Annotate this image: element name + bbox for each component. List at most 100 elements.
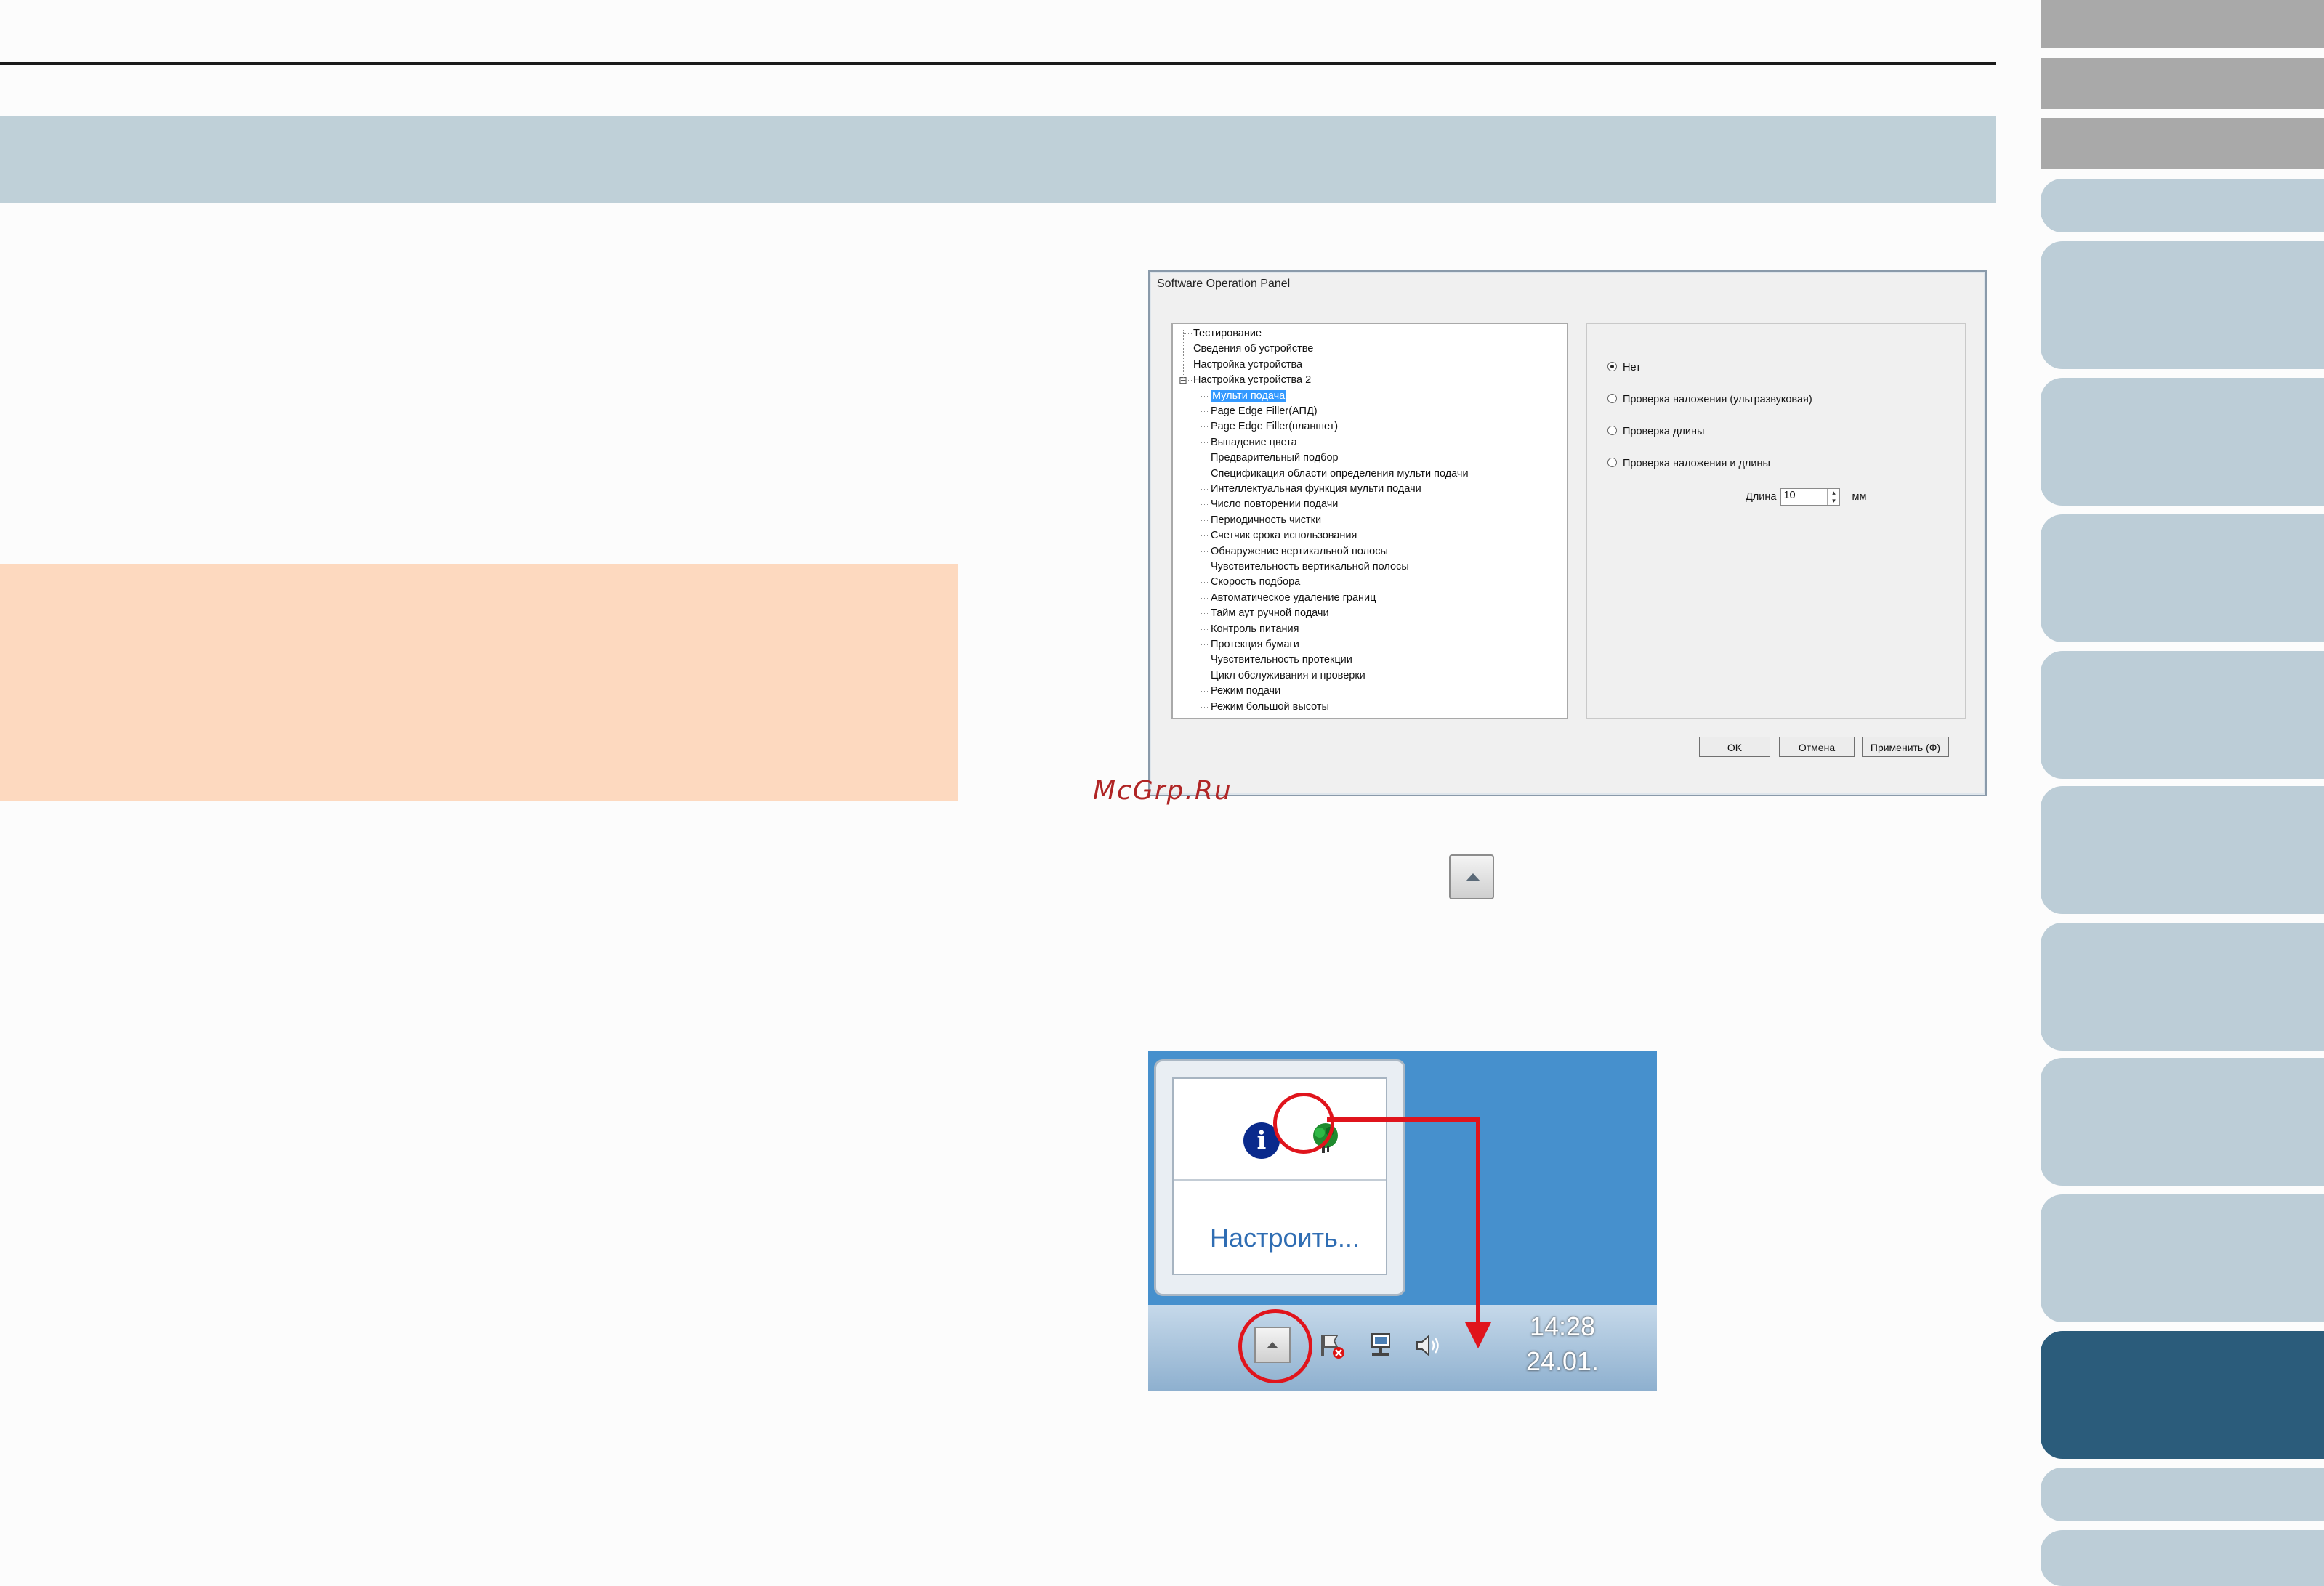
tree-connector <box>1183 333 1192 334</box>
tree-item[interactable]: Обнаружение вертикальной полосы <box>1211 545 1388 558</box>
side-tab-12[interactable] <box>2041 1194 2324 1322</box>
tree-item-label: Обнаружение вертикальной полосы <box>1211 545 1388 557</box>
dialog-title: Software Operation Panel <box>1157 278 1291 290</box>
tree-item[interactable]: Периодичность чистки <box>1211 514 1321 527</box>
clock-date: 24.01. <box>1525 1346 1599 1376</box>
tree-item[interactable]: Число повторении подачи <box>1211 498 1338 511</box>
tree-item[interactable]: Настройка устройства <box>1193 358 1302 371</box>
tree-connector <box>1201 489 1209 490</box>
header-rule <box>0 62 1996 65</box>
tree-item[interactable]: Счетчик срока использования <box>1211 529 1357 542</box>
customize-link[interactable]: Настроить... <box>1210 1223 1360 1253</box>
network-icon[interactable] <box>1368 1331 1397 1360</box>
tree-item[interactable]: Цикл обслуживания и проверки <box>1211 669 1365 682</box>
tree-connector <box>1183 330 1184 379</box>
side-tab-9[interactable] <box>2041 786 2324 914</box>
multifeed-option[interactable]: Проверка наложения (ультразвуковая) <box>1607 394 1812 405</box>
tree-connector <box>1201 691 1209 692</box>
tree-item-label: Спецификация области определения мульти … <box>1211 467 1469 480</box>
tree-item-label: Контроль питания <box>1211 623 1299 635</box>
side-tab-14[interactable] <box>2041 1468 2324 1521</box>
show-hidden-icons-button[interactable] <box>1449 854 1494 899</box>
radio-icon[interactable] <box>1607 394 1617 403</box>
tree-item[interactable]: Настройка устройства 2 <box>1193 373 1311 387</box>
side-tab-11[interactable] <box>2041 1058 2324 1186</box>
highlight-circle <box>1238 1309 1312 1383</box>
tree-item[interactable]: Предварительный подбор <box>1211 451 1339 464</box>
tree-connector <box>1201 519 1209 521</box>
side-tab-2[interactable] <box>2041 58 2324 109</box>
note-box <box>0 564 958 801</box>
tree-item[interactable]: Чувствительность протекции <box>1211 653 1352 666</box>
tray-clock[interactable]: 14:28 24.01. <box>1490 1309 1635 1379</box>
volume-icon[interactable] <box>1414 1331 1443 1360</box>
clock-time: 14:28 <box>1529 1311 1596 1341</box>
tree-item-label: Page Edge Filler(планшет) <box>1211 421 1339 433</box>
tree-item[interactable]: Чувствительность вертикальной полосы <box>1211 560 1409 573</box>
tree-item-label: Протекция бумаги <box>1211 639 1299 650</box>
tree-item[interactable]: Сведения об устройстве <box>1193 342 1313 355</box>
side-tab-6[interactable] <box>2041 378 2324 506</box>
tree-item[interactable]: Спецификация области определения мульти … <box>1211 467 1469 480</box>
side-tab-active[interactable] <box>2041 1331 2324 1459</box>
multifeed-option-label: Проверка наложения (ультразвуковая) <box>1623 394 1812 405</box>
tree-item[interactable]: Автоматическое удаление границ <box>1211 591 1376 604</box>
tree-item-label: Интеллектуальная функция мульти подачи <box>1211 483 1421 495</box>
tree-item[interactable]: Режим подачи <box>1211 684 1280 697</box>
radio-icon[interactable] <box>1607 426 1617 435</box>
tree-item[interactable]: Режим большой высоты <box>1211 700 1329 713</box>
chevron-up-icon <box>1466 873 1480 881</box>
tree-connector <box>1201 535 1209 537</box>
radio-icon[interactable] <box>1607 458 1617 467</box>
tree-item[interactable]: Интеллектуальная функция мульти подачи <box>1211 482 1421 495</box>
tree-item-label: Число повторении подачи <box>1211 498 1339 511</box>
cancel-button[interactable]: Отмена <box>1779 737 1855 757</box>
length-input[interactable]: 10 ▴ ▾ <box>1780 488 1841 506</box>
tree-item-label: Предварительный подбор <box>1211 452 1339 464</box>
tree-connector <box>1201 426 1209 428</box>
tree-connector <box>1201 582 1209 583</box>
multifeed-option[interactable]: Проверка наложения и длины <box>1607 458 1770 469</box>
tree-item[interactable]: Page Edge Filler(планшет) <box>1211 420 1338 433</box>
tree-item[interactable]: Контроль питания <box>1211 623 1299 636</box>
multifeed-option[interactable]: Проверка длины <box>1607 426 1704 437</box>
side-tab-3[interactable] <box>2041 118 2324 169</box>
arrow-line <box>1327 1117 1480 1122</box>
tree-item[interactable]: Тестирование <box>1193 327 1262 340</box>
section-title-band <box>0 116 1996 203</box>
tree-item[interactable]: Тайм аут ручной подачи <box>1211 607 1329 620</box>
tree-item[interactable]: Протекция бумаги <box>1211 638 1299 651</box>
tree-item[interactable]: Скорость подбора <box>1211 575 1300 588</box>
tree-item[interactable]: Page Edge Filler(АПД) <box>1211 405 1318 418</box>
length-row: Длина 10 ▴ ▾ мм <box>1746 488 1866 506</box>
tree-item-label: Автоматическое удаление границ <box>1211 591 1376 604</box>
tree-item[interactable]: Мульти подача <box>1211 389 1287 402</box>
settings-tree[interactable]: Тестирование Сведения об устройстве Настро… <box>1171 323 1568 719</box>
side-tab-1[interactable] <box>2041 0 2324 48</box>
highlight-circle <box>1273 1093 1334 1154</box>
side-tab-7[interactable] <box>2041 514 2324 642</box>
tree-connector <box>1201 551 1209 552</box>
tree-connector <box>1201 442 1209 443</box>
tree-connector <box>1201 706 1209 708</box>
multifeed-option[interactable]: Нет <box>1607 362 1641 373</box>
length-spinner-icon[interactable]: ▴ ▾ <box>1827 489 1839 505</box>
multifeed-option-label: Проверка наложения и длины <box>1623 458 1770 469</box>
tree-item-label: Тайм аут ручной подачи <box>1211 607 1329 620</box>
ok-button[interactable]: OK <box>1699 737 1770 757</box>
multifeed-option-label: Нет <box>1623 362 1641 373</box>
side-tab-4[interactable] <box>2041 179 2324 232</box>
taskbar-screenshot: i Настроить... 14:28 24.01. <box>1148 1051 1657 1391</box>
side-tab-15[interactable] <box>2041 1530 2324 1586</box>
watermark: McGrp.Ru <box>1093 776 1232 806</box>
tree-connector <box>1201 411 1209 412</box>
radio-icon[interactable] <box>1607 362 1617 371</box>
tree-item-label: Настройка устройства <box>1193 358 1303 371</box>
apply-button[interactable]: Применить (Ф) <box>1862 737 1949 757</box>
side-tab-5[interactable] <box>2041 241 2324 369</box>
tree-item[interactable]: Выпадение цвета <box>1211 436 1297 449</box>
side-tab-10[interactable] <box>2041 923 2324 1051</box>
software-operation-panel-dialog: Software Operation Panel Тестирование Све… <box>1148 270 1987 796</box>
action-center-icon[interactable] <box>1318 1331 1347 1360</box>
side-tab-8[interactable] <box>2041 651 2324 779</box>
